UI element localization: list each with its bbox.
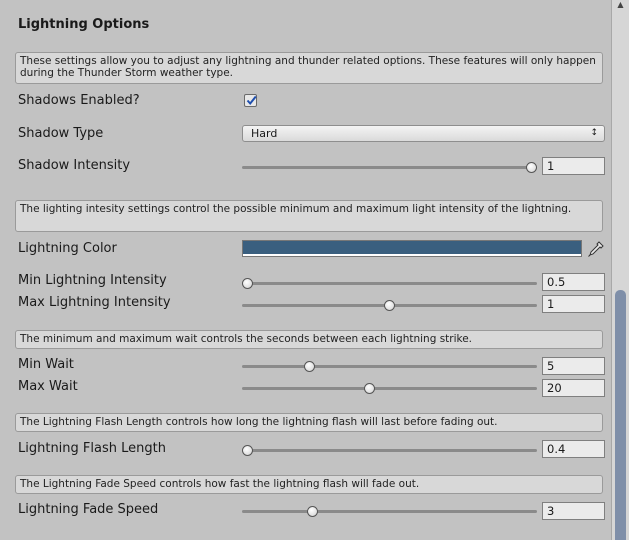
vertical-scrollbar[interactable]: ▲: [611, 0, 629, 540]
flash-length-field[interactable]: 0.4: [542, 440, 605, 458]
max-wait-knob[interactable]: [364, 383, 376, 394]
lightning-options-panel: Lightning Options These settings allow y…: [0, 0, 611, 540]
fade-speed-field[interactable]: 3: [542, 502, 605, 520]
lightning-color-field[interactable]: [242, 240, 582, 257]
min-lightning-intensity-slider[interactable]: [242, 278, 537, 289]
max-wait-slider[interactable]: [242, 383, 537, 394]
shadow-intensity-label: Shadow Intensity: [18, 158, 131, 173]
eyedropper-icon[interactable]: [587, 240, 605, 258]
shadow-intensity-field[interactable]: 1: [542, 157, 605, 175]
lightning-color-label: Lightning Color: [18, 241, 117, 256]
flash-length-label: Lightning Flash Length: [18, 441, 166, 456]
fade-speed-label: Lightning Fade Speed: [18, 502, 159, 517]
min-wait-knob[interactable]: [304, 361, 316, 372]
fade-speed-knob[interactable]: [307, 506, 319, 517]
scroll-up-arrow-icon[interactable]: ▲: [612, 0, 629, 12]
fade-speed-slider[interactable]: [242, 506, 537, 517]
flash-length-slider[interactable]: [242, 445, 537, 456]
min-wait-label: Min Wait: [18, 357, 74, 372]
max-lightning-intensity-field[interactable]: 1: [542, 295, 605, 313]
max-wait-label: Max Wait: [18, 379, 78, 394]
lightning-color-swatch: [243, 241, 581, 254]
flash-length-knob[interactable]: [242, 445, 253, 456]
min-lightning-intensity-label: Min Lightning Intensity: [18, 273, 167, 288]
shadow-intensity-slider[interactable]: [242, 162, 537, 173]
shadow-type-value: Hard: [251, 127, 278, 140]
help-box-fade: The Lightning Fade Speed controls how fa…: [15, 475, 603, 494]
help-box-intensity: The lighting intesity settings control t…: [15, 200, 603, 232]
help-box-wait: The minimum and maximum wait controls th…: [15, 330, 603, 349]
min-wait-slider[interactable]: [242, 361, 537, 372]
section-title: Lightning Options: [18, 17, 150, 32]
help-box-intro: These settings allow you to adjust any l…: [15, 52, 603, 84]
max-lightning-intensity-slider[interactable]: [242, 300, 537, 311]
shadow-intensity-knob[interactable]: [526, 162, 537, 173]
min-lightning-intensity-field[interactable]: 0.5: [542, 273, 605, 291]
max-lightning-intensity-knob[interactable]: [384, 300, 395, 311]
scrollbar-thumb[interactable]: [615, 290, 626, 540]
shadow-type-dropdown[interactable]: Hard ↕: [242, 125, 605, 142]
min-lightning-intensity-knob[interactable]: [242, 278, 253, 289]
max-lightning-intensity-label: Max Lightning Intensity: [18, 295, 171, 310]
shadow-type-label: Shadow Type: [18, 126, 104, 141]
check-icon: [246, 95, 257, 106]
shadows-enabled-label: Shadows Enabled?: [18, 93, 140, 108]
min-wait-field[interactable]: 5: [542, 357, 605, 375]
shadows-enabled-checkbox[interactable]: [244, 94, 257, 107]
help-box-flash: The Lightning Flash Length controls how …: [15, 413, 603, 432]
up-down-arrows-icon: ↕: [590, 128, 598, 138]
max-wait-field[interactable]: 20: [542, 379, 605, 397]
